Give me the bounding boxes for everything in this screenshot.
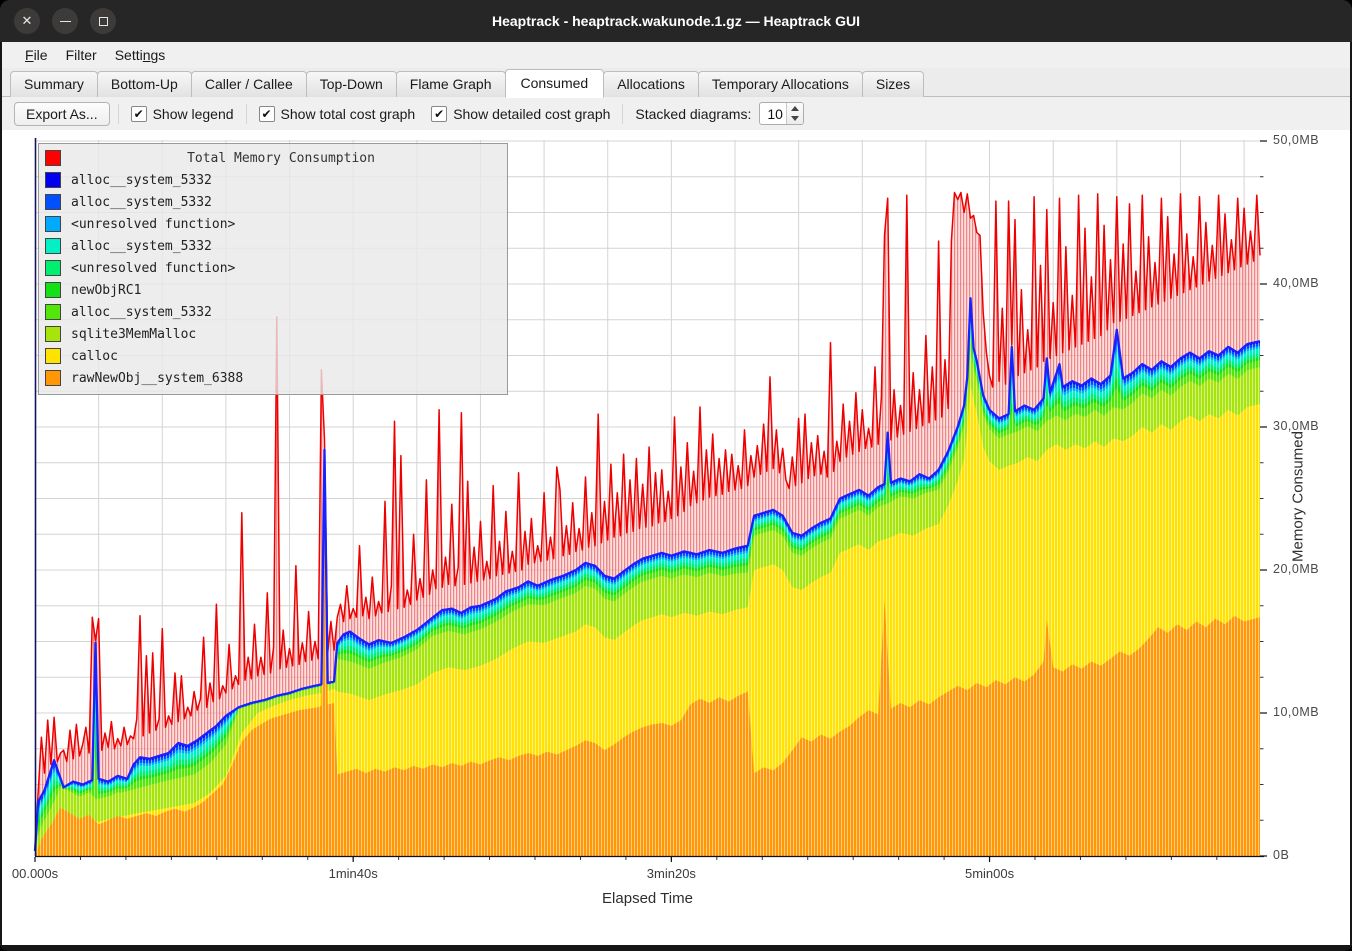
legend-swatch-icon xyxy=(45,260,61,276)
window-title: Heaptrack - heaptrack.wakunode.1.gz — He… xyxy=(0,13,1352,29)
legend-label: alloc__system_5332 xyxy=(71,195,212,210)
stacked-diagrams-value[interactable]: 10 xyxy=(760,103,786,124)
checkbox-label: Show total cost graph xyxy=(281,106,416,122)
legend-swatch-icon xyxy=(45,348,61,364)
tab-temporary-allocations[interactable]: Temporary Allocations xyxy=(698,71,863,97)
legend-item: newObjRC1 xyxy=(45,279,501,301)
tab-summary[interactable]: Summary xyxy=(10,71,98,97)
checkbox-label: Show detailed cost graph xyxy=(453,106,610,122)
x-tick-label: 3min20s xyxy=(647,866,696,881)
checkbox-icon[interactable]: ✔ xyxy=(259,106,275,122)
stacked-diagrams-label: Stacked diagrams: xyxy=(635,106,751,122)
spinner-arrows xyxy=(786,103,803,124)
chart-legend: Total Memory Consumption alloc__system_53… xyxy=(38,143,508,395)
legend-swatch-icon xyxy=(45,216,61,232)
checkbox-icon[interactable]: ✔ xyxy=(131,106,147,122)
legend-label: <unresolved function> xyxy=(71,261,235,276)
legend-item: Total Memory Consumption xyxy=(45,147,501,169)
legend-item: alloc__system_5332 xyxy=(45,235,501,257)
export-as-button[interactable]: Export As... xyxy=(14,102,110,126)
toolbar-separator xyxy=(622,104,623,124)
tab-flame-graph[interactable]: Flame Graph xyxy=(396,71,506,97)
title-bar: ✕ Heaptrack - heaptrack.wakunode.1.gz — … xyxy=(0,0,1352,42)
legend-item: alloc__system_5332 xyxy=(45,191,501,213)
toolbar-separator xyxy=(246,104,247,124)
legend-label: alloc__system_5332 xyxy=(71,173,212,188)
tab-sizes[interactable]: Sizes xyxy=(862,71,924,97)
y-tick-label: 10,0MB xyxy=(1273,705,1319,719)
legend-title: Total Memory Consumption xyxy=(61,151,501,166)
spinner-down-icon[interactable] xyxy=(787,114,803,125)
tab-top-down[interactable]: Top-Down xyxy=(306,71,397,97)
legend-item: sqlite3MemMalloc xyxy=(45,323,501,345)
y-tick-label: 40,0MB xyxy=(1273,276,1319,290)
toolbar-separator xyxy=(118,104,119,124)
legend-label: alloc__system_5332 xyxy=(71,305,212,320)
legend-item: rawNewObj__system_6388 xyxy=(45,367,501,389)
legend-item: calloc xyxy=(45,345,501,367)
y-axis-title: Memory Consumed xyxy=(1290,397,1307,597)
spinner-up-icon[interactable] xyxy=(787,103,803,114)
x-axis-title: Elapsed Time xyxy=(35,890,1260,907)
checkbox-label: Show legend xyxy=(153,106,234,122)
x-tick-label: 1min40s xyxy=(329,866,378,881)
legend-item: alloc__system_5332 xyxy=(45,169,501,191)
legend-label: calloc xyxy=(71,349,118,364)
legend-swatch-icon xyxy=(45,194,61,210)
checkbox-show-total-cost-graph[interactable]: ✔ Show total cost graph xyxy=(255,106,420,122)
y-tick-label: 50,0MB xyxy=(1273,133,1319,147)
legend-label: <unresolved function> xyxy=(71,217,235,232)
memory-consumption-chart[interactable]: 0B10,0MB20,0MB30,0MB40,0MB50,0MB 00.000s… xyxy=(0,130,1352,945)
checkbox-show-detailed-cost-graph[interactable]: ✔ Show detailed cost graph xyxy=(427,106,614,122)
legend-swatch-icon xyxy=(45,304,61,320)
stacked-diagrams-spinner[interactable]: 10 xyxy=(759,102,804,125)
x-tick-label: 5min00s xyxy=(965,866,1014,881)
legend-swatch-icon xyxy=(45,326,61,342)
menu-bar: FileFilterSettings xyxy=(0,42,1352,68)
toolbar: Export As... ✔ Show legend ✔ Show total cos… xyxy=(0,97,1352,130)
checkbox-icon[interactable]: ✔ xyxy=(431,106,447,122)
app-window: ✕ Heaptrack - heaptrack.wakunode.1.gz — … xyxy=(0,0,1352,951)
legend-item: <unresolved function> xyxy=(45,213,501,235)
tab-caller-callee[interactable]: Caller / Callee xyxy=(191,71,307,97)
legend-swatch-icon xyxy=(45,282,61,298)
legend-swatch-icon xyxy=(45,150,61,166)
legend-label: alloc__system_5332 xyxy=(71,239,212,254)
legend-swatch-icon xyxy=(45,370,61,386)
tab-bar: SummaryBottom-UpCaller / CalleeTop-DownF… xyxy=(0,68,1352,97)
y-tick-label: 0B xyxy=(1273,848,1289,862)
tab-bottom-up[interactable]: Bottom-Up xyxy=(97,71,192,97)
legend-label: rawNewObj__system_6388 xyxy=(71,371,243,386)
legend-label: sqlite3MemMalloc xyxy=(71,327,196,342)
legend-item: <unresolved function> xyxy=(45,257,501,279)
legend-label: newObjRC1 xyxy=(71,283,141,298)
tab-allocations[interactable]: Allocations xyxy=(603,71,699,97)
legend-item: alloc__system_5332 xyxy=(45,301,501,323)
menu-item-filter[interactable]: Filter xyxy=(57,45,106,65)
legend-swatch-icon xyxy=(45,238,61,254)
menu-item-file[interactable]: File xyxy=(16,45,57,65)
x-tick-label: 00.000s xyxy=(12,866,58,881)
checkbox-show-legend[interactable]: ✔ Show legend xyxy=(127,106,238,122)
tab-consumed[interactable]: Consumed xyxy=(505,69,605,98)
legend-swatch-icon xyxy=(45,172,61,188)
menu-item-settings[interactable]: Settings xyxy=(106,45,175,65)
